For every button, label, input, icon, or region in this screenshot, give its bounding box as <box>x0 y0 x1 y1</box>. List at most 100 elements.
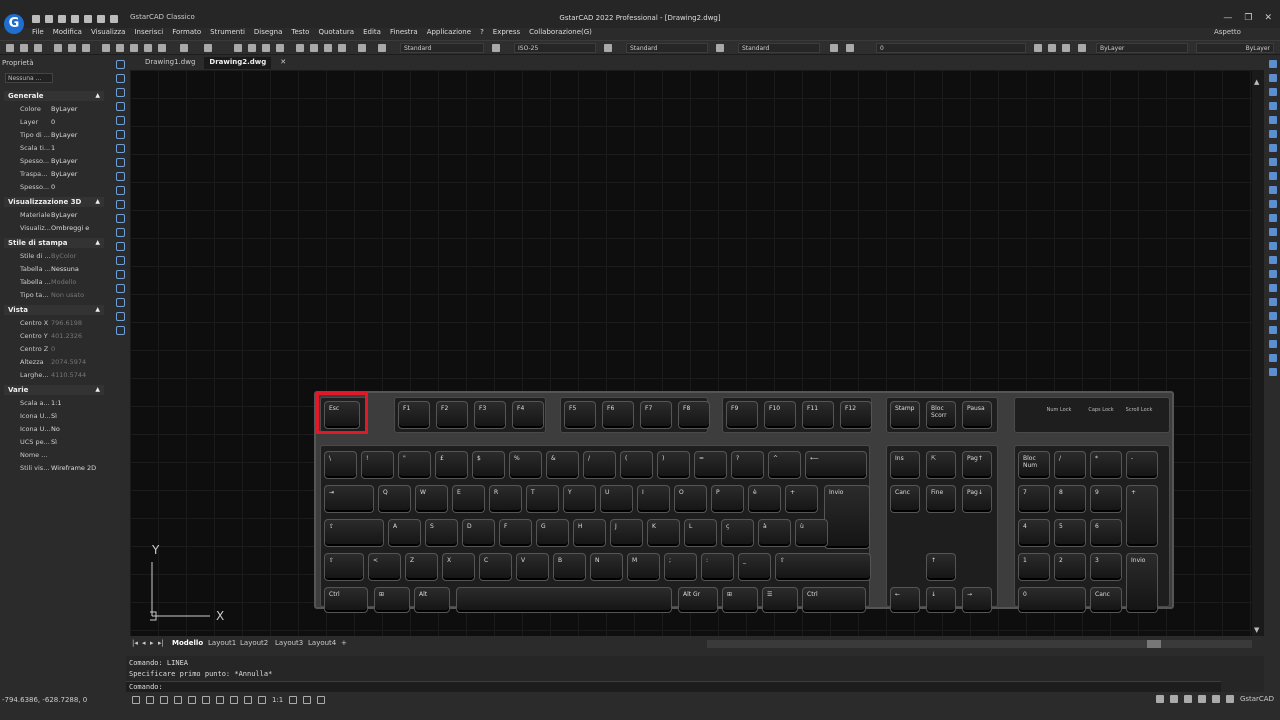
break-at-point-icon[interactable] <box>1269 214 1277 222</box>
layout-tab[interactable]: Layout3 <box>275 639 303 647</box>
menu-item[interactable]: Edita <box>363 28 381 39</box>
property-row[interactable]: Colore ByLayer <box>4 103 104 116</box>
array-icon[interactable] <box>1269 116 1277 124</box>
property-row[interactable]: Stili vis... Wireframe 2D <box>4 462 104 475</box>
property-row[interactable]: Tipo ta... Non usato <box>4 289 104 302</box>
menu-item[interactable]: Quotatura <box>318 28 354 39</box>
property-row[interactable]: Traspa... ByLayer <box>4 168 104 181</box>
gear-icon[interactable] <box>1155 695 1164 703</box>
menu-item[interactable]: Visualizza <box>91 28 125 39</box>
properties-section-header[interactable]: Stile di stampa ▲ <box>4 238 104 248</box>
explode-icon[interactable] <box>1269 284 1277 292</box>
region-icon[interactable] <box>116 284 125 293</box>
selection-dropdown[interactable]: Nessuna ... <box>5 73 53 83</box>
lineweight-toggle-icon[interactable] <box>216 696 224 704</box>
undo-icon[interactable] <box>180 44 188 52</box>
menu-item[interactable]: Express <box>493 28 520 39</box>
property-row[interactable]: Layer 0 <box>4 116 104 129</box>
move-icon[interactable] <box>1269 130 1277 138</box>
isolate-objects-icon[interactable] <box>303 696 312 704</box>
property-row[interactable]: Materiale ByLayer <box>4 209 104 222</box>
align-icon[interactable] <box>1269 298 1277 306</box>
layer-manager-icon[interactable] <box>830 44 838 52</box>
tab-nav-next-icon[interactable]: ▸ <box>150 639 154 647</box>
selection-cycling-icon[interactable] <box>244 696 252 704</box>
property-row[interactable]: Spesso... 0 <box>4 181 104 194</box>
arc-icon[interactable] <box>116 130 125 139</box>
cut-icon[interactable] <box>102 44 110 52</box>
redo-icon[interactable] <box>204 44 212 52</box>
break-icon[interactable] <box>1269 228 1277 236</box>
close-icon[interactable]: ✕ <box>1264 13 1272 23</box>
properties-section-header[interactable]: Vista ▲ <box>4 305 104 315</box>
collapse-arrow-icon[interactable]: ▲ <box>95 385 100 395</box>
menu-item[interactable]: Testo <box>291 28 309 39</box>
scroll-thumb[interactable] <box>1147 640 1161 648</box>
property-row[interactable]: Altezza 2074.5974 <box>4 356 104 369</box>
publish-icon[interactable] <box>82 44 90 52</box>
scroll-down-icon[interactable]: ▼ <box>1254 626 1259 634</box>
text-style-icon[interactable] <box>378 44 386 52</box>
zoom-previous-icon[interactable] <box>276 44 284 52</box>
block-icon[interactable] <box>158 44 166 52</box>
calculator-icon[interactable] <box>338 44 346 52</box>
construction-line-icon[interactable] <box>116 74 125 83</box>
tab-nav-prev-icon[interactable]: ◂ <box>142 639 146 647</box>
osnap-toggle-icon[interactable] <box>188 696 196 704</box>
line-icon[interactable] <box>116 60 125 69</box>
properties-section-header[interactable]: Visualizzazione 3D ▲ <box>4 197 104 207</box>
linetype-combo[interactable]: ByLayer <box>1196 43 1274 53</box>
zoom-window-icon[interactable] <box>262 44 270 52</box>
fullscreen-icon[interactable] <box>1225 695 1234 703</box>
mirror-icon[interactable] <box>1269 88 1277 96</box>
property-row[interactable]: Icona U... Sì <box>4 410 104 423</box>
layout-tab[interactable]: Modello <box>172 639 203 647</box>
collapse-arrow-icon[interactable]: ▲ <box>95 238 100 248</box>
hatch-icon[interactable] <box>116 256 125 265</box>
design-center-icon[interactable] <box>310 44 318 52</box>
appearance-menu[interactable]: Aspetto <box>1214 28 1241 36</box>
layer-isolate-icon[interactable] <box>1078 44 1086 52</box>
polyline-icon[interactable] <box>116 88 125 97</box>
zoom-realtime-icon[interactable] <box>248 44 256 52</box>
property-row[interactable]: Centro Y 401.2326 <box>4 330 104 343</box>
tab-nav-last-icon[interactable]: ▸| <box>158 639 164 647</box>
layer-combo[interactable]: 0 <box>876 43 1026 53</box>
lock-icon[interactable] <box>1169 695 1178 703</box>
paste-icon[interactable] <box>130 44 138 52</box>
property-row[interactable]: Tabella ... Modello <box>4 276 104 289</box>
add-selected-icon[interactable] <box>116 326 125 335</box>
layout-tab[interactable]: Layout4 <box>308 639 336 647</box>
command-input[interactable]: Comando: <box>126 681 1221 692</box>
property-row[interactable]: Nome ... <box>4 449 104 462</box>
drawing-canvas[interactable]: Esc F1 F2 F3 F4 F5 F6 F7 F8 F9 F10 F11 F12 Stamp Bloc … <box>130 70 1252 636</box>
multileader-style-combo[interactable]: Standard <box>738 43 820 53</box>
rectangle-icon[interactable] <box>116 116 125 125</box>
table-icon[interactable] <box>116 298 125 307</box>
collapse-arrow-icon[interactable]: ▲ <box>95 91 100 101</box>
properties-section-header[interactable]: Generale ▲ <box>4 91 104 101</box>
menu-item[interactable]: Modifica <box>53 28 82 39</box>
help-icon[interactable] <box>358 44 366 52</box>
menu-item[interactable]: Inserisci <box>134 28 163 39</box>
polar-toggle-icon[interactable] <box>174 696 182 704</box>
annotation-scale[interactable]: 1:1 <box>272 696 283 704</box>
document-tab[interactable]: Drawing1.dwg <box>140 57 200 69</box>
menu-item[interactable]: Formato <box>172 28 201 39</box>
property-row[interactable]: Stile di ... ByColor <box>4 250 104 263</box>
horizontal-scrollbar[interactable] <box>707 640 1252 648</box>
spline-icon[interactable] <box>116 172 125 181</box>
minimize-icon[interactable]: — <box>1223 13 1232 23</box>
layer-states-icon[interactable] <box>1062 44 1070 52</box>
save-icon[interactable] <box>34 44 42 52</box>
menu-item[interactable]: Finestra <box>390 28 418 39</box>
ellipse-icon[interactable] <box>116 186 125 195</box>
gradient-icon[interactable] <box>116 270 125 279</box>
properties-icon[interactable] <box>296 44 304 52</box>
multiline-text-icon[interactable] <box>116 312 125 321</box>
customize-icon[interactable] <box>1211 695 1220 703</box>
dim-style-icon[interactable] <box>492 44 500 52</box>
hardware-acceleration-icon[interactable] <box>1183 695 1192 703</box>
tool-palettes-icon[interactable] <box>324 44 332 52</box>
layer-previous-icon[interactable] <box>1048 44 1056 52</box>
